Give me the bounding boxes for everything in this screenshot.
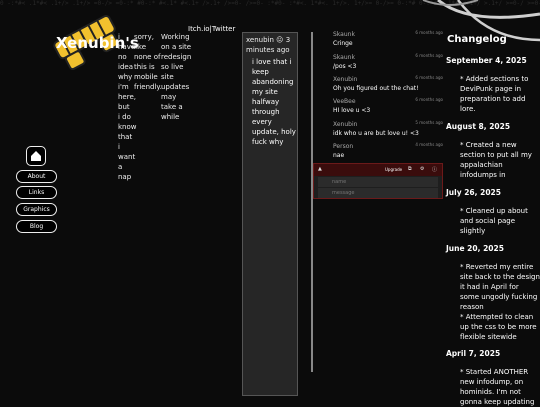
changelog-item: * Added sections to DeviPunk page in pre… [460,75,529,113]
changelog-entry: August 8, 2025 * Created a new section t… [446,122,540,180]
chat-message: Xenubin idk who u are but love u! <3 5 m… [333,120,443,138]
changelog-item: * Cleaned up about and social page sligh… [460,207,528,235]
chat-text: nae [333,152,345,159]
post-header: xenubin 😖 3 minutes ago [246,35,298,55]
changelog-item: * Started ANOTHER new infodump, on homin… [460,368,535,406]
post-body: i love that i keep abandoning my site ha… [252,58,296,146]
changelog-entry: September 4, 2025 * Added sections to De… [446,56,540,114]
changelog-entry: April 7, 2025 * Started ANOTHER new info… [446,349,540,407]
changelog-item: * Attempted to clean up the css to be mo… [460,313,537,341]
nav-about-button[interactable]: About [16,170,57,183]
chat-text: HI love u <3 [333,107,371,114]
chat-time: 4 months ago [415,142,443,147]
scrollbar[interactable] [311,32,313,372]
warning-icon[interactable]: ▲ [318,166,322,172]
chat-time: 6 months ago [415,53,443,58]
chat-input-box: ▲ Upgrade ⧉ ⚙ ⓘ ● ■ [313,163,443,199]
info-icon[interactable]: ⓘ [432,166,437,173]
nav-graphics-button[interactable]: Graphics [16,203,57,216]
changelog-title: Changelog [447,34,507,45]
chat-text: idk who u are but love u! <3 [333,130,419,137]
changelog-date: June 20, 2025 [446,244,504,253]
changelog-date: September 4, 2025 [446,56,527,65]
chat-text: Oh you figured out the chat! [333,85,419,92]
chat-message-input[interactable] [318,188,438,198]
settings-icon[interactable]: ⚙ [420,166,424,172]
chat-message: Skaunk Cringe 6 months ago [333,30,443,48]
chat-toolbar: ▲ Upgrade ⧉ ⚙ ⓘ [314,164,442,176]
chat-time: 6 months ago [415,97,443,102]
changelog-date: July 26, 2025 [446,188,501,197]
nav-links-button[interactable]: Links [16,186,57,199]
chat-time: 6 months ago [415,75,443,80]
home-icon [31,151,41,161]
external-link-icon[interactable]: ⧉ [408,166,412,172]
twitter-link[interactable]: Twitter [212,25,235,33]
itch-link[interactable]: Itch.io [188,25,210,33]
chat-message: Xenubin Oh you figured out the chat! 6 m… [333,75,443,93]
chat-message: Person nae 4 months ago [333,142,443,160]
upgrade-link[interactable]: Upgrade [385,167,402,172]
chat-text: Cringe [333,40,353,47]
changelog-entry: June 20, 2025 * Reverted my entire site … [446,244,540,342]
changelog-date: August 8, 2025 [446,122,511,131]
changelog-item: * Created a new section to put all my ap… [460,141,532,179]
chat-name-input[interactable] [318,177,438,187]
chat-message: Skaunk /pos <3 6 months ago [333,53,443,71]
nav-blog-button[interactable]: Blog [16,220,57,233]
chat-message: VeeBee HI love u <3 6 months ago [333,97,443,115]
changelog-entry: July 26, 2025 * Cleaned up about and soc… [446,188,540,236]
post-author: xenubin [246,36,274,44]
intro-text-1: i have no idea why i'm here, but i do kn… [118,33,137,181]
home-button[interactable] [26,146,46,166]
chat-text: /pos <3 [333,63,357,70]
guestbook-post: xenubin 😖 3 minutes ago i love that i ke… [242,32,298,396]
changelog-date: April 7, 2025 [446,349,501,358]
top-links: Itch.io|Twitter [188,25,235,33]
chat-time: 6 months ago [415,30,443,35]
chat-time: 5 months ago [415,120,443,125]
post-emoji: 😖 [276,36,284,44]
intro-text-3: Working on a site redesign so live site … [161,33,192,121]
changelog-item: * Reverted my entire site back to the de… [460,263,540,311]
intro-text-2: sorry, like none of this is mobile frien… [134,33,162,91]
